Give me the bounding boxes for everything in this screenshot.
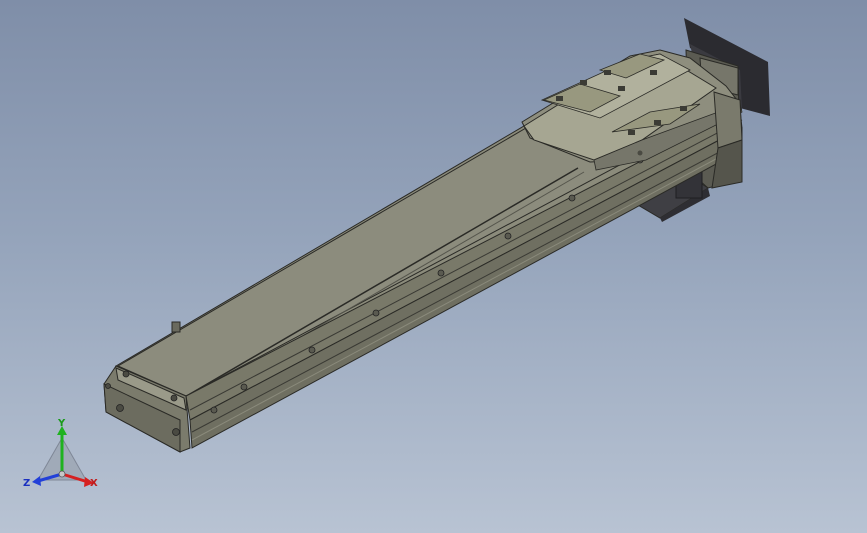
z-axis-label: Z [23, 478, 30, 489]
coordinate-triad[interactable]: Y X Z [22, 418, 102, 498]
cad-viewport[interactable]: Y X Z [0, 0, 867, 533]
y-axis-label: Y [57, 418, 66, 429]
actuator-rail [103, 109, 743, 453]
x-axis-label: X [90, 478, 98, 489]
z-axis-arrow-icon [32, 476, 41, 486]
linear-actuator-model[interactable] [0, 0, 867, 533]
